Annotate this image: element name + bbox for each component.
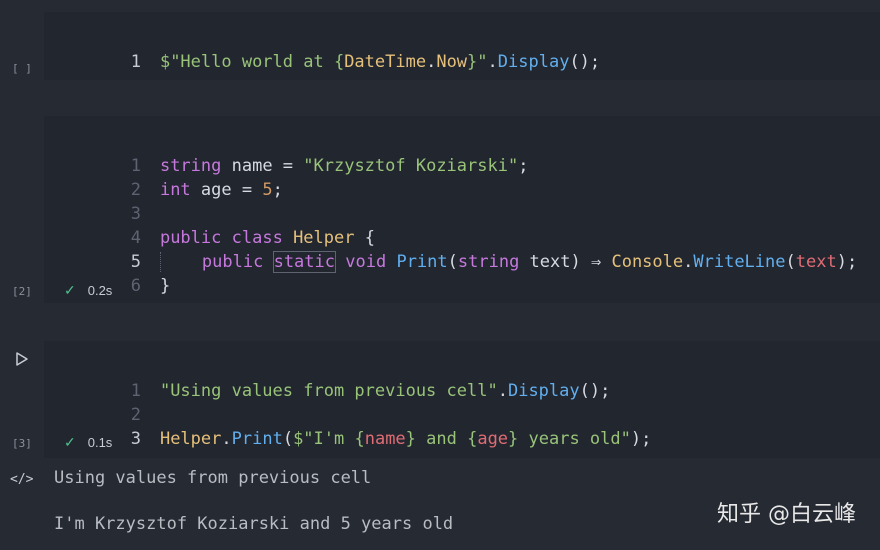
code-token: . bbox=[426, 52, 437, 72]
code-token: Print bbox=[231, 429, 283, 449]
line-number: 1 bbox=[130, 52, 141, 72]
code-token: Display bbox=[507, 381, 580, 401]
code-token: }" bbox=[467, 52, 488, 72]
code-token: . bbox=[497, 381, 508, 401]
code-cell-1[interactable]: [ ] 1 $"Hello world at {DateTime.Now}".Di… bbox=[0, 12, 880, 80]
code-token: name bbox=[364, 429, 406, 449]
code-token: } years old" bbox=[508, 429, 631, 449]
execution-count: [3] bbox=[12, 437, 32, 450]
watermark: 知乎 @白云峰 bbox=[717, 502, 856, 527]
code-line: 3 Helper.Print($"I'm {name} and {age} yea… bbox=[44, 403, 652, 449]
code-token: string bbox=[457, 252, 520, 272]
code-token: $"Hello world at { bbox=[159, 52, 345, 72]
code-line: 2 bbox=[44, 379, 160, 425]
check-icon: ✓ bbox=[64, 282, 76, 298]
execution-count: [2] bbox=[12, 285, 32, 298]
code-token: (); bbox=[569, 52, 601, 72]
execution-time: 0.1s bbox=[87, 435, 113, 450]
code-token: ; bbox=[518, 156, 529, 176]
code-token: ( bbox=[447, 252, 458, 272]
code-token: "Using values from previous cell" bbox=[159, 381, 498, 401]
output-line: I'm Krzysztof Koziarski and 5 years old bbox=[54, 514, 454, 534]
code-token: age bbox=[477, 429, 509, 449]
code-token: ( bbox=[785, 252, 796, 272]
code-token: ); bbox=[630, 429, 652, 449]
code-line: 2 int age = 5; bbox=[44, 154, 283, 200]
code-cell-3[interactable]: [3] 1 "Using values from previous cell".D… bbox=[0, 341, 880, 458]
code-token: (); bbox=[579, 381, 611, 401]
output-line: Using values from previous cell bbox=[54, 468, 372, 488]
code-token: "Krzysztof Koziarski" bbox=[303, 156, 519, 176]
code-line: 3 bbox=[44, 178, 160, 224]
code-token: } bbox=[159, 276, 171, 296]
code-token: int bbox=[159, 180, 191, 200]
code-token: age = bbox=[190, 180, 263, 200]
code-token: text bbox=[795, 252, 837, 272]
check-icon: ✓ bbox=[64, 434, 76, 450]
code-token: Helper bbox=[159, 429, 222, 449]
code-token: 5 bbox=[262, 180, 273, 200]
code-cell-2[interactable]: [2] 1 string name = "Krzysztof Koziarski"… bbox=[0, 116, 880, 303]
cell-status: ✓ 0.2s bbox=[64, 282, 112, 299]
code-token: ; bbox=[272, 180, 283, 200]
code-token: $"I'm { bbox=[293, 429, 365, 449]
code-token: } and { bbox=[405, 429, 478, 449]
code-line: 1 "Using values from previous cell".Displ… bbox=[44, 355, 611, 401]
code-token: ⇒ bbox=[590, 252, 602, 272]
code-token: ( bbox=[282, 429, 294, 449]
code-line: 6} bbox=[44, 250, 171, 296]
code-token: Display bbox=[497, 52, 570, 72]
code-token: Console bbox=[611, 252, 684, 272]
code-token: ); bbox=[836, 252, 858, 272]
code-token: static bbox=[272, 251, 337, 273]
code-line: 1 string name = "Krzysztof Koziarski"; bbox=[44, 130, 529, 176]
execution-time: 0.2s bbox=[87, 283, 113, 298]
code-token: Now bbox=[436, 52, 468, 72]
code-token: WriteLine bbox=[693, 252, 786, 272]
code-line: 5 public static void Print(string text) … bbox=[44, 226, 857, 273]
execution-count: [ ] bbox=[12, 62, 32, 75]
cell-gutter: [3] bbox=[0, 341, 44, 458]
code-token: . bbox=[487, 52, 498, 72]
code-line: 4 public class Helper { bbox=[44, 202, 375, 248]
code-line: 1 $"Hello world at {DateTime.Now}".Displa… bbox=[44, 26, 600, 72]
code-token: Print bbox=[396, 252, 448, 272]
cell-status: ✓ 0.1s bbox=[64, 434, 112, 451]
code-token: . bbox=[683, 252, 694, 272]
code-token: . bbox=[221, 429, 232, 449]
cell-gutter: [ ] bbox=[0, 12, 44, 80]
code-icon[interactable]: </> bbox=[10, 472, 33, 487]
code-token: void bbox=[345, 252, 387, 272]
code-token: DateTime bbox=[344, 52, 427, 72]
code-token: text) bbox=[519, 252, 591, 272]
cell-gutter: [2] bbox=[0, 116, 44, 303]
play-icon[interactable] bbox=[14, 351, 30, 367]
code-token: public bbox=[201, 252, 264, 272]
